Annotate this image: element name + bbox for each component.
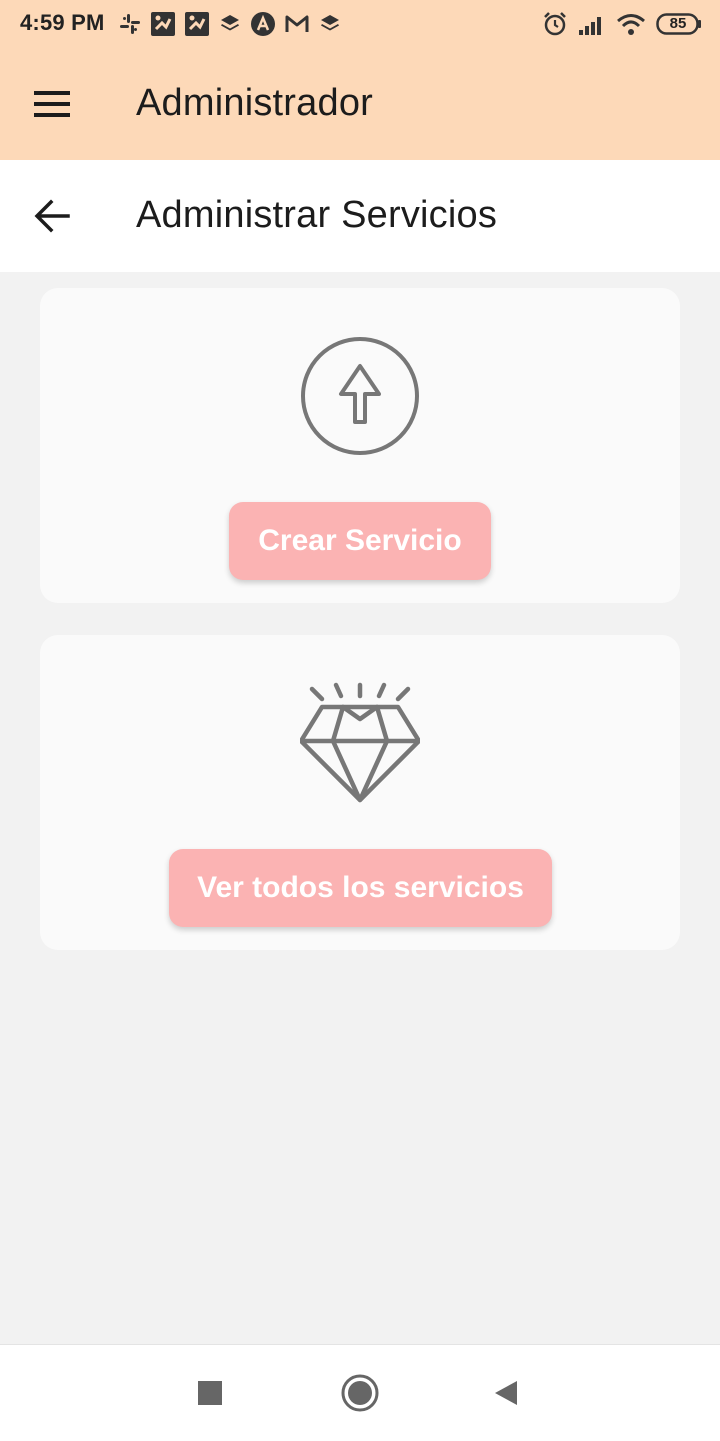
page-title: Administrar Servicios xyxy=(136,194,498,236)
arrow-left-icon[interactable] xyxy=(34,198,70,234)
layers-icon xyxy=(221,15,239,31)
layers-icon xyxy=(321,15,339,31)
triangle-badge-icon xyxy=(251,12,275,36)
view-services-card: Ver todos los servicios xyxy=(40,635,680,950)
tool-icon xyxy=(151,12,175,36)
signal-icon xyxy=(579,17,601,35)
status-bar: 4:59 PM 85 xyxy=(0,0,720,48)
notification-icons xyxy=(118,10,342,38)
diamond-icon xyxy=(298,679,422,803)
back-triangle-icon[interactable] xyxy=(486,1373,526,1413)
app-title: Administrador xyxy=(136,82,374,124)
view-all-services-button[interactable]: Ver todos los servicios xyxy=(169,849,552,927)
home-circle-icon[interactable] xyxy=(340,1373,380,1413)
tool-icon xyxy=(185,12,209,36)
create-service-card: Crear Servicio xyxy=(40,288,680,603)
sub-header: Administrar Servicios xyxy=(0,160,720,272)
create-service-button[interactable]: Crear Servicio xyxy=(229,502,491,580)
system-icons: 85 xyxy=(542,10,702,38)
wifi-icon xyxy=(617,14,645,35)
recents-square-icon[interactable] xyxy=(190,1373,230,1413)
status-time: 4:59 PM xyxy=(20,10,105,35)
gmail-icon xyxy=(285,15,309,32)
slack-icon xyxy=(120,14,140,34)
upload-circle-icon xyxy=(300,336,420,456)
menu-icon[interactable] xyxy=(34,90,70,118)
system-nav-bar xyxy=(0,1344,720,1441)
alarm-icon xyxy=(544,12,566,36)
app-bar: Administrador xyxy=(0,48,720,160)
battery-level: 85 xyxy=(669,15,687,32)
battery-icon: 85 xyxy=(656,13,702,35)
